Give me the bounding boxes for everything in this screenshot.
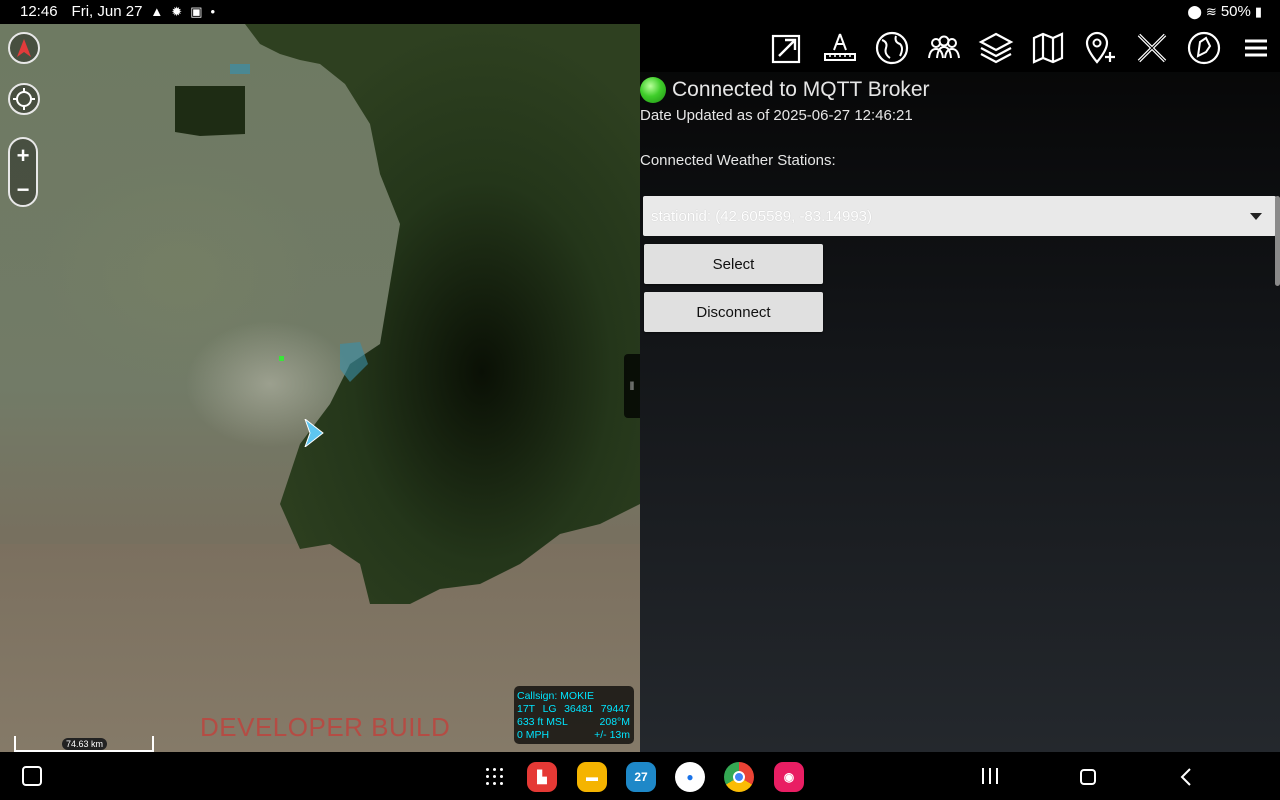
app-drawer-icon[interactable]	[486, 768, 504, 786]
selected-station-text: stationid: (42.605589, -83.14993)	[651, 207, 872, 225]
message-notification-icon: ▣	[190, 3, 203, 19]
layers-icon[interactable]	[976, 28, 1016, 68]
files-app-icon[interactable]: ▬	[577, 762, 607, 792]
map-icon[interactable]	[1028, 28, 1068, 68]
navigation-bar: ▙ ▬ 27 ● ◉	[0, 752, 1280, 800]
back-chevron-icon	[1180, 768, 1191, 786]
self-info-box[interactable]: Callsign: MOKIE 17T LG 36481 79447 633 f…	[514, 686, 634, 744]
self-arrow-icon	[303, 417, 324, 449]
settings-notification-icon: ✹	[171, 3, 183, 19]
easting: 36481	[564, 703, 594, 715]
add-marker-icon[interactable]	[1080, 28, 1120, 68]
main-toolbar	[640, 24, 1280, 72]
globe-icon[interactable]	[872, 28, 912, 68]
scrollbar[interactable]	[1275, 196, 1280, 286]
crosshair-icon	[13, 88, 35, 110]
flipboard-app-icon[interactable]: ▙	[527, 762, 557, 792]
altitude: 633 ft MSL	[517, 716, 568, 728]
chevron-down-icon	[1250, 213, 1262, 220]
zoom-out-button[interactable]: −	[10, 173, 36, 207]
plugin-icon[interactable]	[1184, 28, 1224, 68]
station-select-dropdown[interactable]: stationid: (42.605589, -83.14993)	[643, 196, 1276, 236]
status-date: Fri, Jun 27	[71, 3, 143, 20]
weather-station-marker[interactable]	[279, 356, 284, 361]
recents-button[interactable]	[982, 768, 998, 784]
menu-icon[interactable]	[1236, 28, 1276, 68]
zoom-in-button[interactable]: +	[10, 139, 36, 173]
more-notifications-dot-icon: •	[210, 3, 216, 19]
accuracy: +/- 13m	[594, 729, 630, 741]
callsign-text: Callsign: MOKIE	[517, 690, 595, 702]
export-icon[interactable]	[767, 28, 807, 68]
ruler-icon[interactable]	[820, 28, 860, 68]
location-icon: ⬤	[1187, 3, 1202, 19]
connection-status-row: Connected to MQTT Broker	[640, 77, 930, 103]
zoom-control: + −	[8, 137, 38, 207]
home-button[interactable]	[1080, 769, 1096, 785]
wifi-icon: ≋	[1205, 3, 1217, 19]
northing: 79447	[600, 703, 630, 715]
recent-screen-icon[interactable]	[22, 766, 42, 786]
lake-water	[175, 24, 640, 604]
locate-me-button[interactable]	[8, 83, 40, 115]
speed: 0 MPH	[517, 729, 550, 741]
screen-recorder-app-icon[interactable]: ◉	[774, 762, 804, 792]
status-bar: 12:46 Fri, Jun 27 ▲ ✹ ▣ • ⬤ ≋ 50% ▮	[0, 0, 1280, 24]
date-updated-text: Date Updated as of 2025-06-27 12:46:21	[640, 107, 913, 124]
chrome-app-icon[interactable]	[724, 762, 754, 792]
heading: 208°M	[599, 716, 630, 728]
calendar-day: 27	[634, 770, 648, 784]
status-time: 12:46	[20, 3, 58, 20]
scale-label: 74.63 km	[62, 738, 108, 750]
disconnect-button[interactable]: Disconnect	[644, 292, 823, 332]
select-button[interactable]: Select	[644, 244, 823, 284]
contacts-icon[interactable]	[924, 28, 964, 68]
battery-icon: ▮	[1254, 3, 1262, 19]
messages-app-icon[interactable]: ●	[675, 762, 705, 792]
connected-status-icon	[640, 77, 666, 103]
warning-icon: ▲	[150, 3, 164, 19]
weather-plugin-panel: Connected to MQTT Broker Date Updated as…	[640, 24, 1280, 752]
calendar-app-icon[interactable]: 27	[626, 762, 656, 792]
grid-square: LG	[542, 703, 557, 715]
stations-label: Connected Weather Stations:	[640, 152, 836, 169]
close-x-icon[interactable]	[1132, 28, 1172, 68]
connection-status-text: Connected to MQTT Broker	[672, 78, 930, 101]
north-arrow-icon	[17, 39, 31, 57]
grid-zone: 17T	[517, 703, 536, 715]
map-view[interactable]: + − ‖ DEVELOPER BUILD 74.63 km Callsign:…	[0, 24, 640, 752]
compass-north-button[interactable]	[8, 32, 40, 64]
developer-build-watermark: DEVELOPER BUILD	[200, 712, 451, 742]
back-button[interactable]	[1180, 768, 1192, 791]
panel-resize-handle[interactable]: ‖	[624, 354, 640, 418]
self-position-marker[interactable]	[303, 417, 325, 452]
battery-percent: 50%	[1220, 3, 1251, 20]
